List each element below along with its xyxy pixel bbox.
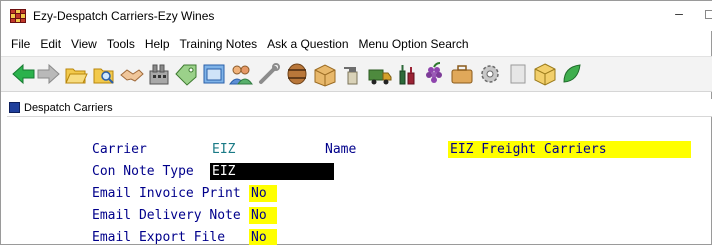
back-arrow-icon[interactable] [11, 61, 37, 87]
menu-option-search[interactable]: Menu Option Search [354, 34, 474, 54]
folder-search-icon[interactable] [91, 61, 117, 87]
carrier-label: Carrier [92, 142, 147, 157]
users-icon[interactable] [228, 61, 254, 87]
spray-bottle-icon[interactable] [339, 61, 365, 87]
carrier-form: Carrier EIZ Name EIZ Freight Carriers Co… [1, 118, 712, 245]
menu-edit[interactable]: Edit [35, 34, 66, 54]
handshake-icon[interactable] [119, 61, 145, 87]
window-title: Ezy-Despatch Carriers-Ezy Wines [33, 9, 215, 23]
bottles-icon[interactable] [394, 61, 420, 87]
menu-tools[interactable]: Tools [102, 34, 140, 54]
name-label: Name [325, 142, 357, 157]
barrel-icon[interactable] [284, 61, 310, 87]
con-note-type-label: Con Note Type [92, 164, 194, 179]
name-field[interactable]: EIZ Freight Carriers [448, 141, 691, 158]
menu-view[interactable]: View [66, 34, 102, 54]
menu-ask-a-question[interactable]: Ask a Question [262, 34, 353, 54]
app-logo-icon [10, 9, 26, 23]
minimize-button[interactable]: – [672, 5, 686, 21]
menu-training-notes[interactable]: Training Notes [175, 34, 263, 54]
con-note-type-field[interactable]: EIZ [210, 163, 334, 180]
form-window-icon [9, 102, 20, 113]
blank-page-icon[interactable] [505, 61, 531, 87]
email-export-file-label: Email Export File [92, 230, 226, 245]
toolbar [1, 56, 712, 92]
menu-help[interactable]: Help [140, 34, 175, 54]
cube-icon[interactable] [532, 61, 558, 87]
form-window-header: Despatch Carriers [7, 99, 712, 117]
wrench-icon[interactable] [256, 61, 282, 87]
gear-icon[interactable] [477, 61, 503, 87]
email-export-file-field[interactable]: No [249, 229, 277, 245]
email-delivery-note-label: Email Delivery Note [92, 208, 241, 223]
box-icon[interactable] [312, 61, 338, 87]
menu-bar: File Edit View Tools Help Training Notes… [1, 34, 474, 54]
grapes-icon[interactable] [421, 61, 447, 87]
leaf-icon[interactable] [559, 61, 585, 87]
money-tag-icon[interactable] [173, 61, 199, 87]
form-window-title: Despatch Carriers [24, 101, 113, 114]
menu-file[interactable]: File [1, 34, 35, 54]
carrier-field[interactable]: EIZ [212, 141, 235, 158]
app-window: Ezy-Despatch Carriers-Ezy Wines – File E… [0, 0, 712, 245]
maximize-button[interactable] [705, 10, 712, 19]
folder-open-icon[interactable] [63, 61, 89, 87]
email-invoice-print-label: Email Invoice Print [92, 186, 241, 201]
email-invoice-print-field[interactable]: No [249, 185, 277, 202]
truck-icon[interactable] [367, 61, 393, 87]
forward-arrow-icon[interactable] [35, 61, 61, 87]
email-delivery-note-field[interactable]: No [249, 207, 277, 224]
window-frame-icon[interactable] [201, 61, 227, 87]
factory-icon[interactable] [146, 61, 172, 87]
briefcase-icon[interactable] [449, 61, 475, 87]
title-bar: Ezy-Despatch Carriers-Ezy Wines – [1, 1, 712, 31]
